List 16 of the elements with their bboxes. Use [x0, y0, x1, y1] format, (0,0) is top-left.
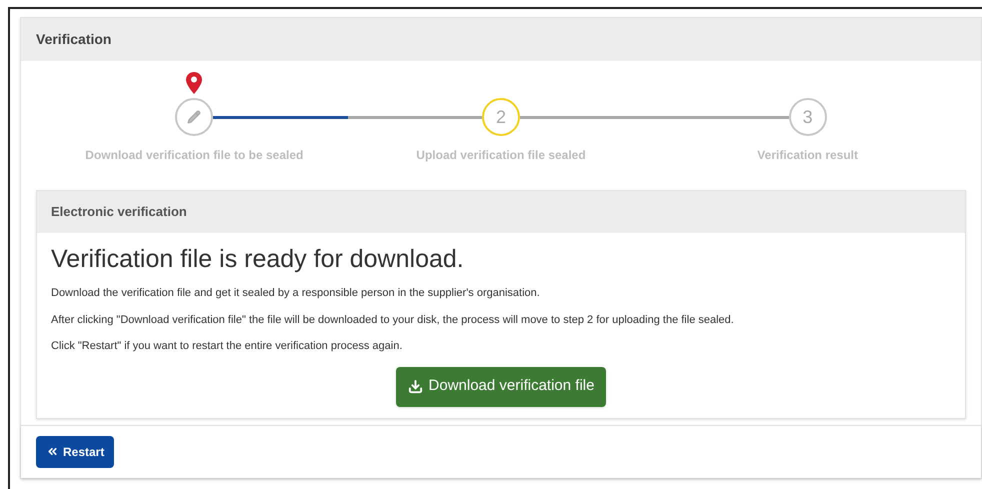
- double-chevron-icon: [46, 445, 59, 458]
- pencil-icon: [187, 110, 202, 124]
- step-number: 3: [802, 106, 813, 128]
- download-button[interactable]: Download verification file: [396, 366, 606, 406]
- step-label: Verification result: [757, 147, 858, 164]
- card-title: Electronic verification: [51, 203, 187, 222]
- step-label: Download verification file to be sealed: [85, 147, 304, 164]
- step-number: 2: [496, 106, 506, 128]
- download-icon: [408, 379, 423, 394]
- instruction-text: Download the verification file and get it sealed by a responsible person in the supplier's organisation.: [51, 286, 541, 301]
- restart-button[interactable]: Restart: [36, 436, 114, 468]
- panel-title: Verification: [36, 30, 112, 49]
- card-heading: Verification file is ready for download.: [51, 244, 465, 275]
- instruction-text: After clicking "Download verification file" the file will be downloaded to your disk, the process will move to step 2 for uploading the file sealed.: [51, 312, 735, 328]
- instruction-text: Click "Restart" if you want to restart the entire verification process again.: [51, 339, 404, 354]
- step-label: Upload verification file sealed: [416, 147, 586, 164]
